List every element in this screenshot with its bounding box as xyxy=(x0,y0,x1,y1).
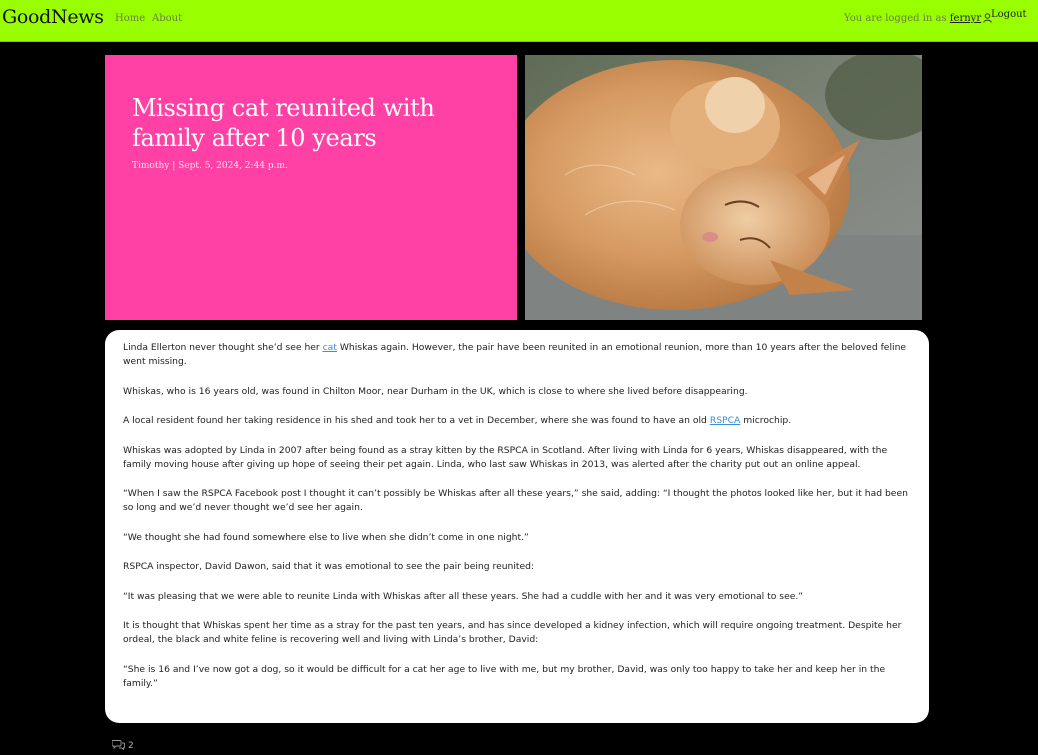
cat-link[interactable]: cat xyxy=(323,342,337,353)
comments-count-value: 2 xyxy=(128,741,134,751)
article-date: Sept. 5, 2024, 2:44 p.m. xyxy=(178,161,288,171)
article-author: Timothy xyxy=(132,161,170,171)
cat-photo-illustration xyxy=(525,55,922,320)
hero-cat-photo xyxy=(525,55,922,320)
article-paragraph: “It was pleasing that we were able to re… xyxy=(123,590,804,602)
article-paragraph: “She is 16 and I’ve now got a dog, so it… xyxy=(123,663,886,689)
comments-count[interactable]: 2 xyxy=(111,739,134,753)
brand-logo-link[interactable]: GoodNews xyxy=(2,6,104,28)
article-paragraph: Linda Ellerton never thought she’d see h… xyxy=(123,342,907,367)
logout-link[interactable]: Logout xyxy=(991,9,1027,20)
article-paragraph: RSPCA inspector, David Dawon, said that … xyxy=(123,561,535,572)
comments-icon xyxy=(111,739,125,753)
article-paragraph: “We thought she had found somewhere else… xyxy=(123,531,529,543)
article-title: Missing cat reunited with family after 1… xyxy=(132,94,435,152)
article-paragraph: “When I saw the RSPCA Facebook post I th… xyxy=(123,488,908,513)
article-paragraph: Whiskas, who is 16 years old, was found … xyxy=(123,385,748,397)
navbar: GoodNews Home About You are logged in as… xyxy=(0,0,1038,42)
nav-link-home[interactable]: Home xyxy=(115,13,145,24)
username-link[interactable]: fernyr xyxy=(950,13,981,24)
rspca-link[interactable]: RSPCA xyxy=(710,415,740,426)
login-status-prefix: You are logged in as xyxy=(844,13,947,24)
nav-link-about[interactable]: About xyxy=(152,13,182,24)
article-meta: Timothy | Sept. 5, 2024, 2:44 p.m. xyxy=(132,161,288,171)
hero-banner: Missing cat reunited with family after 1… xyxy=(105,55,517,320)
article-paragraph: A local resident found her taking reside… xyxy=(123,415,792,426)
meta-separator: | xyxy=(172,161,176,171)
article-body: Linda Ellerton never thought she’d see h… xyxy=(105,330,929,723)
article-paragraph: Whiskas was adopted by Linda in 2007 aft… xyxy=(123,444,888,470)
login-status: You are logged in as fernyr xyxy=(844,13,992,26)
article-paragraph: It is thought that Whiskas spent her tim… xyxy=(123,620,902,645)
